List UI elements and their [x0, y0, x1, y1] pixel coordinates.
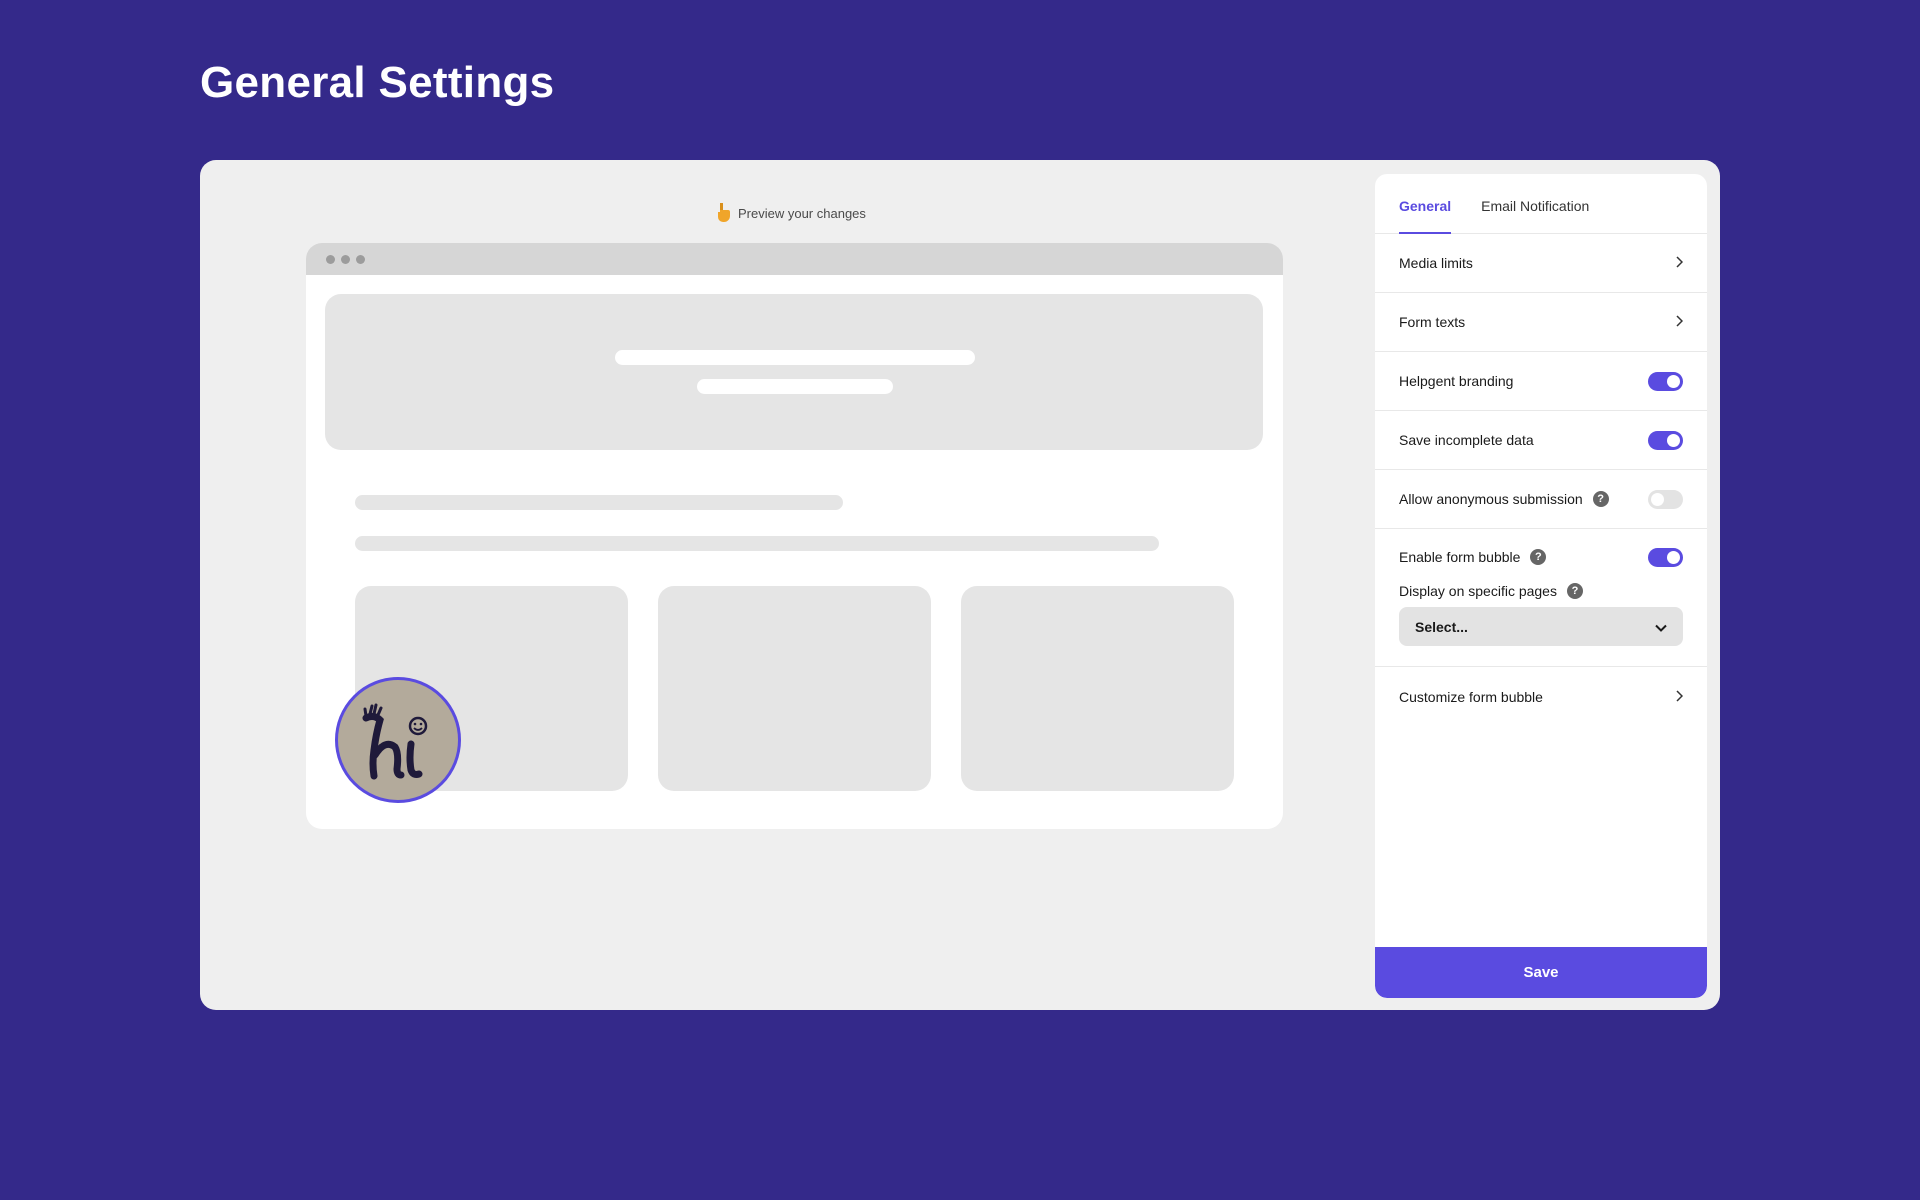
form-texts-label: Form texts [1399, 314, 1466, 330]
page-title: General Settings [200, 58, 555, 107]
preview-caption-text: Preview your changes [738, 205, 866, 221]
browser-dot [326, 254, 335, 264]
settings-panel: General Email Notification Media limits … [1375, 174, 1707, 998]
text-line-placeholder [355, 495, 843, 510]
branding-label: Helpgent branding [1399, 373, 1514, 389]
hero-line-placeholder [615, 350, 975, 365]
tab-bar: General Email Notification [1375, 174, 1707, 234]
tab-general[interactable]: General [1399, 174, 1452, 234]
specific-pages-value: Select... [1415, 618, 1468, 635]
help-icon[interactable]: ? [1530, 549, 1547, 565]
content-tile-placeholder [658, 586, 931, 791]
browser-dot [341, 254, 350, 264]
save-incomplete-row: Save incomplete data [1375, 411, 1707, 470]
save-incomplete-toggle[interactable] [1648, 430, 1683, 450]
pointing-hand-icon [714, 202, 732, 224]
tab-email-notification[interactable]: Email Notification [1481, 174, 1589, 233]
customize-bubble-label: Customize form bubble [1399, 688, 1543, 705]
form-bubble-label: Enable form bubble [1399, 549, 1521, 565]
specific-pages-select[interactable]: Select... [1399, 607, 1683, 646]
hero-placeholder [325, 294, 1263, 450]
branding-toggle[interactable] [1648, 371, 1683, 391]
customize-bubble-row[interactable]: Customize form bubble [1375, 667, 1707, 726]
content-tile-placeholder [961, 586, 1234, 791]
help-icon[interactable]: ? [1592, 491, 1609, 507]
settings-card: Preview your changes General Email Notif… [200, 160, 1720, 1010]
media-limits-label: Media limits [1399, 255, 1473, 271]
chevron-right-icon [1675, 314, 1684, 330]
chevron-right-icon [1675, 689, 1684, 705]
chevron-down-icon [1655, 619, 1667, 635]
hi-hand-logo [362, 703, 428, 780]
branding-row: Helpgent branding [1375, 352, 1707, 411]
hero-line-placeholder [697, 379, 893, 394]
browser-bar [306, 243, 1283, 275]
help-icon[interactable]: ? [1566, 583, 1583, 599]
form-texts-row[interactable]: Form texts [1375, 293, 1707, 352]
form-bubble-preview[interactable] [335, 677, 461, 803]
form-bubble-toggle[interactable] [1648, 547, 1683, 567]
preview-caption: Preview your changes [714, 202, 866, 224]
save-button[interactable]: Save [1375, 947, 1707, 998]
anonymous-submission-row: Allow anonymous submission ? [1375, 470, 1707, 529]
text-line-placeholder [355, 536, 1159, 551]
chevron-right-icon [1675, 255, 1684, 271]
save-incomplete-label: Save incomplete data [1399, 432, 1534, 448]
anonymous-submission-label: Allow anonymous submission [1399, 491, 1583, 507]
form-bubble-section: Enable form bubble ? Display on specific… [1375, 529, 1707, 667]
specific-pages-label: Display on specific pages [1399, 583, 1557, 599]
anonymous-submission-toggle[interactable] [1648, 489, 1683, 509]
browser-dot [356, 254, 365, 264]
media-limits-row[interactable]: Media limits [1375, 234, 1707, 293]
